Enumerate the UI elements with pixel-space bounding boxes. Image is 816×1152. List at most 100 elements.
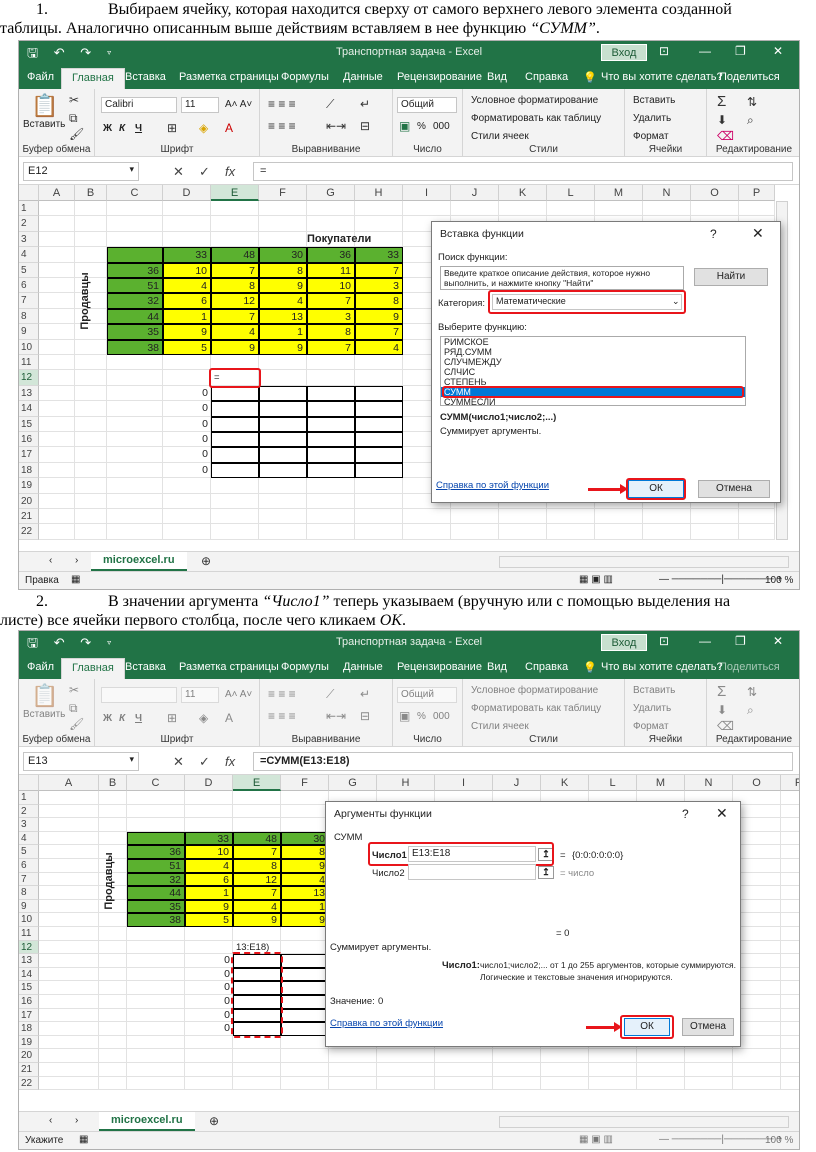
row-header-13[interactable]: 13 [19, 954, 39, 968]
restore-icon[interactable]: ❐ [735, 44, 746, 58]
row-header-9[interactable]: 9 [19, 324, 39, 340]
column-header-a[interactable]: A [39, 185, 75, 201]
cell-result[interactable] [307, 432, 355, 448]
fill-icon[interactable]: ⬇ [717, 113, 727, 127]
row-header-21[interactable]: 21 [19, 1063, 39, 1077]
thousands-button[interactable]: 000 [433, 121, 450, 132]
insert-function-icon[interactable]: fx [225, 754, 235, 769]
enter-formula-icon[interactable]: ✓ [199, 754, 210, 770]
column-header-k[interactable]: K [541, 775, 589, 791]
help-icon[interactable]: ? [682, 807, 689, 821]
close-icon[interactable]: ✕ [773, 44, 783, 58]
clear-icon[interactable]: ⌫ [717, 129, 734, 143]
clear-icon[interactable]: ⌫ [717, 719, 734, 733]
paste-icon[interactable]: 📋 [31, 683, 58, 709]
bold-button[interactable]: Ж [103, 713, 112, 724]
row-header-7[interactable]: 7 [19, 293, 39, 309]
name-box[interactable]: E12 ▾ [23, 162, 139, 181]
add-sheet-icon[interactable]: ⊕ [201, 554, 211, 568]
list-item[interactable]: РЯД.СУММ [441, 347, 745, 357]
orientation-icon[interactable]: ⟋ [326, 97, 334, 112]
sheet-nav-left-icon[interactable]: ‹ [49, 1115, 52, 1126]
row-header-21[interactable]: 21 [19, 509, 39, 525]
conditional-format-button[interactable]: Условное форматирование [471, 95, 598, 106]
row-header-22[interactable]: 22 [19, 524, 39, 540]
cell-result[interactable] [211, 416, 259, 432]
cell-zero[interactable]: 0 [185, 1009, 233, 1023]
insert-function-icon[interactable]: fx [225, 164, 235, 179]
tab-page-layout[interactable]: Разметка страницы [179, 661, 279, 673]
cell-result[interactable] [259, 432, 307, 448]
cell-cost[interactable]: 12 [233, 872, 281, 887]
cancel-formula-icon[interactable]: ✕ [173, 164, 184, 180]
macro-icon[interactable]: ▦ [71, 574, 80, 585]
cell-cost[interactable]: 4 [211, 324, 259, 340]
font-color-icon[interactable]: A [225, 711, 233, 725]
column-header-f[interactable]: F [281, 775, 329, 791]
column-header-d[interactable]: D [185, 775, 233, 791]
cell-cost[interactable]: 8 [307, 324, 355, 340]
row-header-8[interactable]: 8 [19, 886, 39, 900]
cell-result[interactable] [307, 416, 355, 432]
tab-data[interactable]: Данные [343, 661, 383, 673]
cut-icon[interactable]: ✂ [69, 93, 79, 107]
close-icon[interactable]: ✕ [716, 805, 728, 822]
delete-cells-button[interactable]: Удалить [633, 703, 671, 714]
insert-cells-button[interactable]: Вставить [633, 95, 675, 106]
cell-cost[interactable]: 7 [307, 339, 355, 355]
enter-formula-icon[interactable]: ✓ [199, 164, 210, 180]
cell-cost[interactable]: 11 [307, 262, 355, 278]
search-input[interactable]: Введите краткое описание действия, котор… [440, 266, 684, 290]
cell-demand[interactable]: 30 [259, 247, 307, 263]
row-header-1[interactable]: 1 [19, 201, 39, 217]
macro-icon[interactable]: ▦ [79, 1134, 88, 1145]
column-header-h[interactable]: H [355, 185, 403, 201]
grow-font-icon[interactable]: A˄ A˅ [225, 689, 252, 700]
cell-corner[interactable] [127, 831, 185, 846]
column-header-l[interactable]: L [547, 185, 595, 201]
row-header-5[interactable]: 5 [19, 262, 39, 278]
cell-result[interactable] [307, 462, 355, 479]
tab-formulas[interactable]: Формулы [281, 71, 329, 83]
indent-icon[interactable]: ⇤⇥ [326, 709, 346, 723]
tab-view[interactable]: Вид [487, 71, 507, 83]
cell-result[interactable] [211, 447, 259, 463]
cell-result[interactable] [307, 401, 355, 417]
format-painter-icon[interactable]: 🖌 [69, 717, 84, 731]
tab-insert[interactable]: Вставка [125, 71, 166, 83]
column-header-p[interactable]: P [739, 185, 775, 201]
row-header-5[interactable]: 5 [19, 845, 39, 859]
cell-cost[interactable]: 10 [163, 262, 211, 278]
cell-cost[interactable]: 6 [185, 872, 233, 887]
share-button[interactable]: Поделиться [719, 71, 780, 83]
help-link[interactable]: Справка по этой функции [436, 480, 549, 491]
row-header-7[interactable]: 7 [19, 872, 39, 887]
font-name-field[interactable] [101, 687, 177, 703]
column-header-o[interactable]: O [691, 185, 739, 201]
fill-color-icon[interactable]: ◈ [199, 711, 208, 725]
cell-cost[interactable]: 4 [233, 899, 281, 914]
cell-zero[interactable]: 0 [163, 386, 211, 401]
cell-zero[interactable]: 0 [185, 981, 233, 995]
cell-cost[interactable]: 4 [281, 872, 329, 887]
chevron-down-icon[interactable]: ▾ [129, 164, 134, 175]
cell-result[interactable] [211, 462, 259, 479]
ribbon-options-icon[interactable]: ⊡ [659, 634, 669, 648]
row-header-2[interactable]: 2 [19, 216, 39, 232]
cell-cost[interactable]: 9 [211, 339, 259, 355]
row-header-15[interactable]: 15 [19, 416, 39, 432]
grow-font-icon[interactable]: A˄ A˅ [225, 99, 252, 110]
select-all-corner[interactable] [19, 185, 39, 201]
cell-cost[interactable]: 4 [355, 339, 403, 355]
cell-cost[interactable]: 6 [163, 293, 211, 309]
column-header-m[interactable]: M [595, 185, 643, 201]
cell-supply[interactable]: 51 [107, 278, 163, 294]
view-normal-icon[interactable]: ▦ ▣ ▥ [579, 574, 613, 585]
ribbon-options-icon[interactable]: ⊡ [659, 44, 669, 58]
row-header-20[interactable]: 20 [19, 493, 39, 509]
cell-cost[interactable]: 10 [307, 278, 355, 294]
column-header-g[interactable]: G [329, 775, 377, 791]
column-header-e[interactable]: E [233, 775, 281, 791]
cell-cost[interactable]: 9 [163, 324, 211, 340]
sort-filter-icon[interactable]: ⇅ [747, 95, 757, 109]
